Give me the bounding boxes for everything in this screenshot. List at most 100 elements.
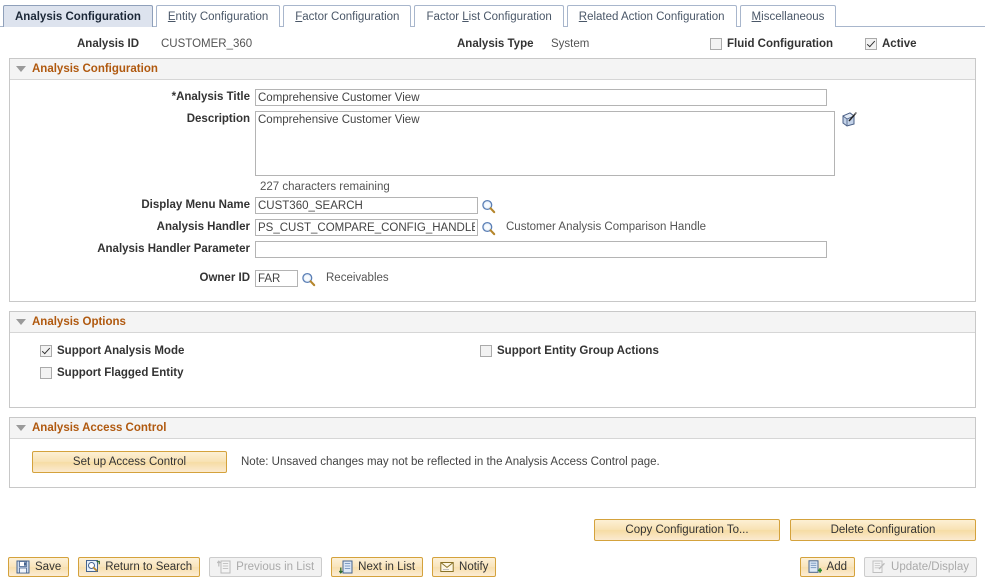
active-label: Active xyxy=(882,38,917,50)
add-label: Add xyxy=(827,561,847,573)
collapse-triangle-icon[interactable] xyxy=(16,319,26,325)
bottom-action-buttons: Copy Configuration To... Delete Configur… xyxy=(594,519,976,541)
notify-icon xyxy=(440,560,454,574)
tab-related-action-configuration[interactable]: Related Action Configuration xyxy=(567,5,737,27)
save-button[interactable]: Save xyxy=(8,557,69,577)
analysis-title-input[interactable] xyxy=(255,89,827,106)
support-analysis-mode-checkbox-wrap[interactable]: Support Analysis Mode xyxy=(40,345,184,357)
tab-accel-key: E xyxy=(168,11,176,23)
spellcheck-icon[interactable] xyxy=(841,111,858,128)
setup-access-control-button[interactable]: Set up Access Control xyxy=(32,451,227,473)
analysis-configuration-title: Analysis Configuration xyxy=(32,59,158,79)
return-to-search-label: Return to Search xyxy=(105,561,192,573)
owner-id-input[interactable] xyxy=(255,270,298,287)
owner-id-row: Owner ID Receivables xyxy=(10,270,975,287)
support-analysis-mode-label: Support Analysis Mode xyxy=(57,345,184,357)
analysis-id-label: Analysis ID xyxy=(77,38,139,50)
save-icon xyxy=(16,560,30,574)
analysis-handler-input[interactable] xyxy=(255,219,478,236)
owner-id-lookup-icon[interactable] xyxy=(301,272,317,288)
notify-label: Notify xyxy=(459,561,488,573)
display-menu-name-label: Display Menu Name xyxy=(10,197,255,214)
analysis-handler-parameter-row: Analysis Handler Parameter xyxy=(10,241,975,258)
toolbar-right-group: Add Update/Display xyxy=(800,557,977,577)
analysis-handler-parameter-input[interactable] xyxy=(255,241,827,258)
notify-button[interactable]: Notify xyxy=(432,557,496,577)
record-header: Analysis ID CUSTOMER_360 Analysis Type S… xyxy=(0,27,985,58)
tab-label: Analysis Configuration xyxy=(15,11,141,23)
tab-label: iscellaneous xyxy=(761,11,824,23)
analysis-handler-description: Customer Analysis Comparison Handle xyxy=(506,219,706,236)
collapse-triangle-icon[interactable] xyxy=(16,425,26,431)
analysis-handler-lookup-icon[interactable] xyxy=(481,221,497,237)
previous-in-list-icon xyxy=(217,560,231,574)
tab-factor-configuration[interactable]: Factor Configuration xyxy=(283,5,411,27)
copy-configuration-button[interactable]: Copy Configuration To... xyxy=(594,519,780,541)
display-menu-name-lookup-icon[interactable] xyxy=(481,199,497,215)
tab-label: actor Configuration xyxy=(302,11,399,23)
return-to-search-button[interactable]: Return to Search xyxy=(78,557,200,577)
tab-factor-list-configuration[interactable]: Factor List Configuration xyxy=(414,5,563,27)
previous-in-list-label: Previous in List xyxy=(236,561,314,573)
support-flagged-entity-checkbox-wrap[interactable]: Support Flagged Entity xyxy=(40,367,184,379)
support-entity-group-actions-label: Support Entity Group Actions xyxy=(497,345,659,357)
tab-miscellaneous[interactable]: Miscellaneous xyxy=(740,5,837,27)
add-button[interactable]: Add xyxy=(800,557,855,577)
support-entity-group-actions-checkbox[interactable] xyxy=(480,345,492,357)
display-menu-name-input[interactable] xyxy=(255,197,478,214)
tab-label: elated Action Configuration xyxy=(587,11,724,23)
fluid-configuration-checkbox[interactable] xyxy=(710,38,722,50)
analysis-configuration-header[interactable]: Analysis Configuration xyxy=(10,59,975,80)
description-textarea[interactable] xyxy=(255,111,835,176)
tab-label-rest: ist Configuration xyxy=(469,11,552,23)
analysis-options-title: Analysis Options xyxy=(32,312,126,332)
characters-remaining: 227 characters remaining xyxy=(260,181,975,193)
analysis-options-panel: Analysis Options Support Analysis Mode S… xyxy=(9,311,976,408)
next-in-list-icon xyxy=(339,560,353,574)
next-in-list-button[interactable]: Next in List xyxy=(331,557,423,577)
tab-bar: Analysis Configuration Entity Configurat… xyxy=(0,0,985,27)
owner-id-label: Owner ID xyxy=(10,270,255,287)
tab-label: Factor xyxy=(426,11,462,23)
tab-label: ntity Configuration xyxy=(176,11,269,23)
analysis-title-row: *Analysis Title xyxy=(10,89,975,106)
analysis-access-control-body: Set up Access Control Note: Unsaved chan… xyxy=(10,439,975,487)
display-menu-name-row: Display Menu Name xyxy=(10,197,975,214)
analysis-type-value: System xyxy=(551,38,589,50)
description-label: Description xyxy=(10,111,255,128)
tab-entity-configuration[interactable]: Entity Configuration xyxy=(156,5,280,27)
tab-accel-key: R xyxy=(579,11,587,23)
analysis-handler-label: Analysis Handler xyxy=(10,219,255,236)
update-display-icon xyxy=(872,560,886,574)
analysis-handler-row: Analysis Handler Customer Analysis Compa… xyxy=(10,219,975,236)
analysis-type-label: Analysis Type xyxy=(457,38,534,50)
analysis-options-body: Support Analysis Mode Support Flagged En… xyxy=(10,333,975,407)
tab-accel-key: M xyxy=(752,11,762,23)
analysis-handler-parameter-label: Analysis Handler Parameter xyxy=(10,241,255,258)
owner-id-description: Receivables xyxy=(326,270,389,287)
analysis-access-control-panel: Analysis Access Control Set up Access Co… xyxy=(9,417,976,488)
analysis-access-control-header[interactable]: Analysis Access Control xyxy=(10,418,975,439)
support-flagged-entity-checkbox[interactable] xyxy=(40,367,52,379)
support-entity-group-actions-checkbox-wrap[interactable]: Support Entity Group Actions xyxy=(480,345,659,357)
analysis-options-header[interactable]: Analysis Options xyxy=(10,312,975,333)
analysis-configuration-panel: Analysis Configuration *Analysis Title D… xyxy=(9,58,976,302)
add-icon xyxy=(808,560,822,574)
delete-configuration-button[interactable]: Delete Configuration xyxy=(790,519,976,541)
active-checkbox[interactable] xyxy=(865,38,877,50)
next-in-list-label: Next in List xyxy=(358,561,415,573)
return-to-search-icon xyxy=(86,560,100,574)
analysis-title-label: *Analysis Title xyxy=(10,89,255,106)
previous-in-list-button: Previous in List xyxy=(209,557,322,577)
toolbar-left-group: Save Return to Search xyxy=(8,557,496,577)
analysis-configuration-body: *Analysis Title Description 227 characte… xyxy=(10,80,975,301)
support-analysis-mode-checkbox[interactable] xyxy=(40,345,52,357)
save-label: Save xyxy=(35,561,61,573)
fluid-configuration-checkbox-wrap[interactable]: Fluid Configuration xyxy=(710,38,833,50)
active-checkbox-wrap[interactable]: Active xyxy=(865,38,917,50)
collapse-triangle-icon[interactable] xyxy=(16,66,26,72)
support-flagged-entity-label: Support Flagged Entity xyxy=(57,367,184,379)
access-control-note: Note: Unsaved changes may not be reflect… xyxy=(241,451,660,473)
fluid-configuration-label: Fluid Configuration xyxy=(727,38,833,50)
tab-analysis-configuration[interactable]: Analysis Configuration xyxy=(3,5,153,27)
